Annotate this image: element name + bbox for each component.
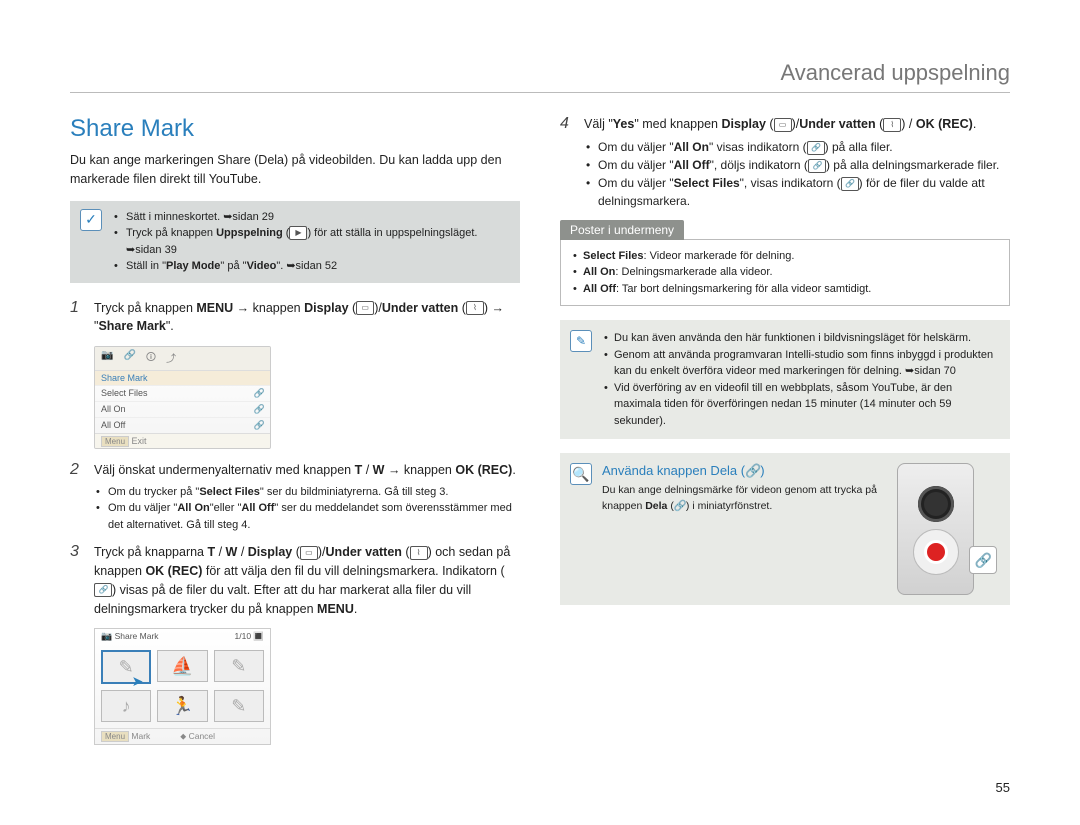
thumbnail: ✎➤ [101, 650, 151, 684]
magnify-icon: 🔍 [570, 463, 592, 485]
tips-box: ✎ Du kan även använda den här funktionen… [560, 320, 1010, 439]
menu-title: Share Mark [95, 371, 270, 385]
underwater-icon: ⌇ [466, 301, 484, 315]
prereq-item: Sätt i minneskortet. ➥sidan 29 [112, 209, 510, 226]
thumb-count: 1/10 [235, 631, 252, 641]
share-button-callout: 🔗 [969, 546, 997, 574]
cancel-label: ⬥ Cancel [180, 731, 215, 742]
camera-dpad [913, 529, 959, 575]
thumbnail: ✎ [214, 690, 264, 722]
step-1: 1 Tryck på knappen MENU → knappen Displa… [70, 299, 520, 337]
tip-item: Genom att använda programvaran Intelli-s… [602, 347, 1000, 380]
share-button-box: 🔍 Använda knappen Dela (🔗) Du kan ange d… [560, 453, 1010, 605]
step-body: Välj "Yes" med knappen Display (▭)/Under… [584, 115, 1010, 210]
rec-button-icon [924, 540, 948, 564]
thumbnail: ⛵ [157, 650, 207, 682]
display-icon: ▭ [356, 301, 374, 315]
step2-note: Om du väljer "All On"eller "All Off" ser… [94, 500, 520, 533]
underwater-icon: ⌇ [883, 118, 901, 132]
info-icon: 🛈 [146, 350, 156, 367]
tip-item: Vid överföring av en videofil till en we… [602, 380, 1000, 430]
menu-row: Select Files🔗 [95, 385, 270, 401]
submenu-section: Poster i undermeny Select Files: Videor … [560, 220, 1010, 307]
link-icon: 🔗 [808, 159, 826, 173]
header-title: Avancerad uppspelning [780, 60, 1010, 86]
link-icon: 🔗 [94, 583, 112, 597]
link-icon: 🔗 [254, 404, 264, 415]
cursor-icon: ➤ [132, 673, 144, 690]
intro-text: Du kan ange markeringen Share (Dela) på … [70, 151, 520, 189]
step-3: 3 Tryck på knapparna T / W / Display (▭)… [70, 543, 520, 618]
right-column: 4 Välj "Yes" med knappen Display (▭)/Und… [560, 115, 1010, 745]
thumbnail-screenshot: 📷 Share Mark 1/10 🔳 ✎➤ ⛵ ✎ ♪ 🏃 ✎ Menu Ma… [94, 628, 271, 745]
step-number: 2 [70, 461, 84, 533]
section-title: Share Mark [70, 115, 520, 143]
step4-note: Om du väljer "All Off", döljs indikatorn… [584, 156, 1010, 174]
step2-note: Om du trycker på "Select Files" ser du b… [94, 484, 520, 501]
step-number: 4 [560, 115, 574, 210]
step4-note: Om du väljer "All On" visas indikatorn (… [584, 138, 1010, 156]
step-number: 1 [70, 299, 84, 337]
display-icon: ▭ [774, 118, 792, 132]
check-icon: ✓ [80, 209, 102, 231]
thumbnail-icon: 🔗 [123, 350, 135, 367]
submenu-title: Poster i undermeny [560, 220, 684, 240]
link-icon: 🔗 [841, 177, 859, 191]
mark-label: Menu Mark [101, 731, 150, 742]
left-column: Share Mark Du kan ange markeringen Share… [70, 115, 520, 745]
step-4: 4 Välj "Yes" med knappen Display (▭)/Und… [560, 115, 1010, 210]
link-icon: 🔗 [807, 141, 825, 155]
step-number: 3 [70, 543, 84, 618]
menu-row: All On🔗 [95, 401, 270, 417]
menu-screenshot: 📷 🔗 🛈 ⤴ Share Mark Select Files🔗 All On🔗… [94, 346, 271, 449]
share-button-title: Använda knappen Dela (🔗) [602, 463, 879, 479]
step-body: Tryck på knapparna T / W / Display (▭)/U… [94, 543, 520, 618]
submenu-item: All Off: Tar bort delningsmarkering för … [571, 281, 999, 298]
thumb-title: Share Mark [115, 631, 159, 641]
link-icon: 🔗 [254, 388, 264, 399]
step-body: Tryck på knappen MENU → knappen Display … [94, 299, 520, 337]
prereq-item: Tryck på knappen Uppspelning (▶) för att… [112, 225, 510, 258]
page-header: Avancerad uppspelning [70, 60, 1010, 93]
submenu-item: Select Files: Videor markerade för delni… [571, 248, 999, 265]
tip-item: Du kan även använda den här funktionen i… [602, 330, 1000, 347]
page-number: 55 [996, 780, 1010, 795]
step-2: 2 Välj önskat undermenyalternativ med kn… [70, 461, 520, 533]
play-icon: ▶ [289, 226, 307, 240]
thumbnail: 🏃 [157, 690, 207, 722]
step-body: Välj önskat undermenyalternativ med knap… [94, 461, 520, 533]
share-button-text: Du kan ange delningsmärke för videon gen… [602, 483, 879, 515]
link-icon: 🔗 [254, 420, 264, 431]
menu-footer: Menu Exit [95, 433, 270, 448]
submenu-item: All On: Delningsmarkerade alla videor. [571, 264, 999, 281]
underwater-icon: ⌇ [410, 546, 428, 560]
prereq-item: Ställ in "Play Mode" på "Video". ➥sidan … [112, 258, 510, 275]
camera-illustration: 🔗 [897, 463, 974, 595]
edit-icon: ✎ [570, 330, 592, 352]
thumbnail: ✎ [214, 650, 264, 682]
menu-row: All Off🔗 [95, 417, 270, 433]
prerequisite-box: ✓ Sätt i minneskortet. ➥sidan 29 Tryck p… [70, 201, 520, 283]
display-icon: ▭ [300, 546, 318, 560]
camera-lens-icon [918, 486, 954, 522]
thumbnail: ♪ [101, 690, 151, 722]
more-icon: ⤴ [166, 350, 176, 367]
step4-note: Om du väljer "Select Files", visas indik… [584, 174, 1010, 210]
camera-icon: 📷 [101, 350, 113, 367]
